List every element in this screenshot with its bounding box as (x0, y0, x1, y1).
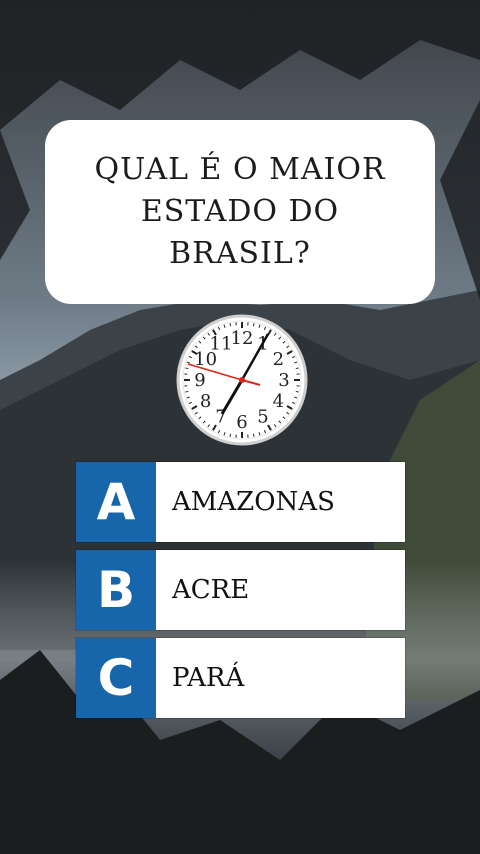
question-card: QUAL É O MAIOR ESTADO DO BRASIL? (45, 120, 435, 304)
clock-icon: 121234567891011 (176, 314, 308, 446)
clock-tick (229, 433, 232, 437)
answer-text-b: ACRE (172, 575, 250, 605)
timer-clock: 121234567891011 (176, 314, 308, 446)
clock-tick (252, 433, 255, 437)
answer-letter-c: C (76, 638, 158, 718)
clock-number: 4 (273, 391, 284, 412)
answer-text-a: AMAZONAS (172, 487, 335, 517)
answer-list: A AMAZONAS B ACRE C PARÁ (76, 462, 405, 726)
question-line-2: ESTADO DO BRASIL? (140, 194, 340, 271)
clock-tick (295, 390, 299, 393)
answer-letter-a: A (76, 462, 158, 542)
answer-letter-b: B (76, 550, 158, 630)
clock-number: 8 (200, 391, 211, 412)
clock-number: 3 (278, 370, 289, 391)
clock-tick (185, 390, 189, 393)
clock-number: 5 (257, 406, 268, 427)
answer-option-a[interactable]: A AMAZONAS (76, 462, 405, 542)
clock-number: 11 (210, 334, 233, 355)
clock-tick (229, 323, 232, 327)
clock-number: 12 (231, 328, 254, 349)
clock-number: 9 (194, 370, 205, 391)
answer-option-c[interactable]: C PARÁ (76, 638, 405, 718)
clock-number: 2 (273, 349, 284, 370)
answer-text-c: PARÁ (172, 663, 245, 693)
clock-tick (185, 367, 189, 370)
answer-option-b[interactable]: B ACRE (76, 550, 405, 630)
clock-tick (295, 367, 299, 370)
question-text: QUAL É O MAIOR ESTADO DO BRASIL? (65, 149, 415, 275)
clock-tick (252, 323, 255, 327)
clock-number: 6 (236, 412, 247, 433)
question-line-1: QUAL É O MAIOR (94, 152, 386, 187)
